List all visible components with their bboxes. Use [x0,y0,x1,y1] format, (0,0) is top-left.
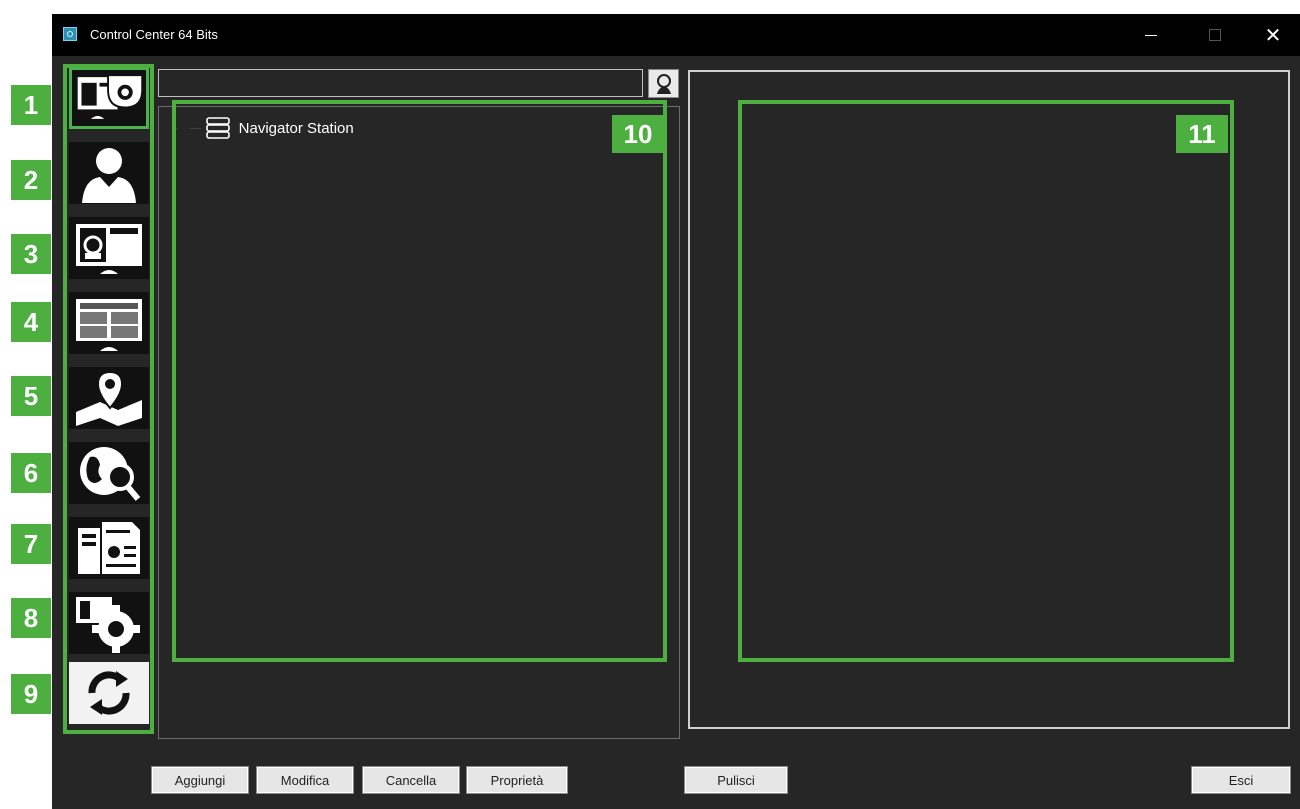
edit-button[interactable]: Modifica [256,766,354,794]
search-button[interactable] [648,69,679,98]
search-user-icon [656,73,671,94]
add-button[interactable]: Aggiungi [151,766,249,794]
callout-number-10: 10 [612,115,664,153]
exit-button[interactable]: Esci [1191,766,1291,794]
callout-number-2: 2 [11,160,51,200]
callout-box-nav [63,64,154,734]
callout-number-4: 4 [11,302,51,342]
properties-button[interactable]: Proprietà [466,766,568,794]
callout-number-3: 3 [11,234,51,274]
delete-button[interactable]: Cancella [362,766,460,794]
callout-number-7: 7 [11,524,51,564]
minimize-button[interactable] [1128,14,1174,56]
maximize-icon [1209,29,1221,41]
app-logo-icon [63,27,77,41]
search-input[interactable] [158,69,643,97]
callout-number-5: 5 [11,376,51,416]
window-title: Control Center 64 Bits [90,27,218,42]
minimize-icon [1145,34,1157,36]
clear-button[interactable]: Pulisci [684,766,788,794]
close-icon: ✕ [1264,24,1282,47]
callout-box-details [738,100,1234,662]
callout-number-11: 11 [1176,115,1228,153]
app-window: Control Center 64 Bits ✕ › ····· Navigat… [52,14,1300,809]
callout-number-1: 1 [11,85,51,125]
callout-number-6: 6 [11,453,51,493]
close-button[interactable]: ✕ [1250,14,1296,56]
maximize-button[interactable] [1192,14,1238,56]
callout-box-tree [172,100,667,662]
title-bar: Control Center 64 Bits ✕ [52,14,1300,56]
callout-number-9: 9 [11,674,51,714]
callout-number-8: 8 [11,598,51,638]
